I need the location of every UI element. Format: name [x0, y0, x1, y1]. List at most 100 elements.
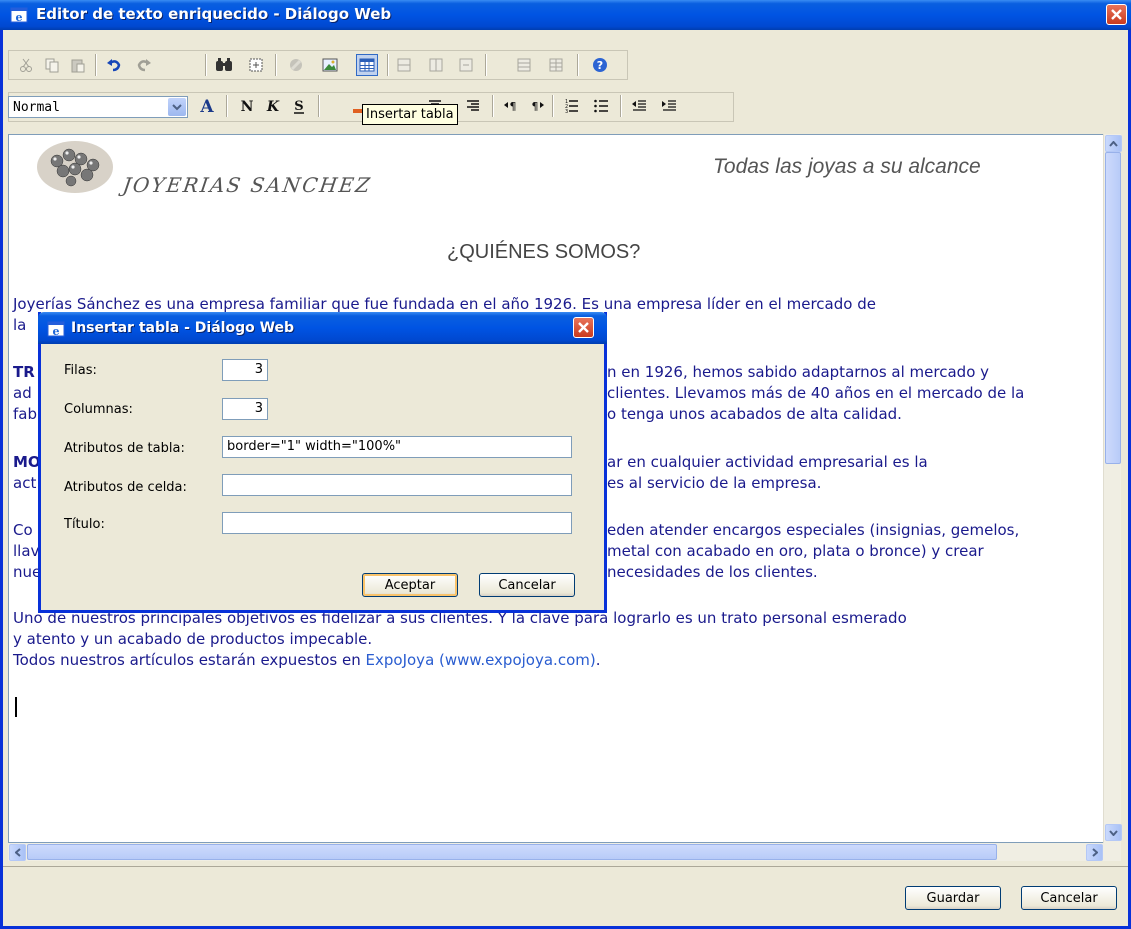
- paste-icon[interactable]: [67, 54, 89, 76]
- svg-text:?: ?: [597, 59, 603, 72]
- close-icon: [578, 322, 589, 333]
- indent-icon[interactable]: [658, 95, 680, 117]
- font-color-icon[interactable]: A: [196, 95, 218, 117]
- scroll-up-icon[interactable]: [1105, 135, 1122, 152]
- columns-label: Columnas:: [64, 402, 133, 417]
- insert-table-icon[interactable]: [356, 54, 378, 76]
- hyperlink-icon[interactable]: [285, 54, 307, 76]
- window-close-button[interactable]: [1106, 4, 1127, 25]
- outdent-icon[interactable]: [628, 95, 650, 117]
- table-attributes-label: Atributos de tabla:: [64, 441, 185, 456]
- paragraph-line: clientes. Llevamos más de 40 años en el …: [607, 384, 1025, 402]
- bullet-list-icon[interactable]: [590, 95, 612, 117]
- svg-text:3: 3: [565, 109, 568, 114]
- dialog-titlebar[interactable]: e Insertar tabla - Diálogo Web: [38, 312, 607, 344]
- rows-label: Filas:: [64, 363, 97, 378]
- paragraph-line: llav: [13, 542, 40, 560]
- paragraph-line-links: Todos nuestros artículos estarán expuest…: [13, 651, 601, 669]
- text-caret: [15, 697, 17, 717]
- svg-text:¶: ¶: [510, 100, 517, 113]
- svg-text:S: S: [294, 99, 303, 114]
- paragraph-line: Joyerías Sánchez es una empresa familiar…: [13, 295, 876, 313]
- underline-icon[interactable]: S: [288, 95, 310, 117]
- svg-text:K: K: [266, 99, 280, 114]
- insert-row-icon[interactable]: [393, 54, 415, 76]
- align-right-icon[interactable]: [462, 95, 484, 117]
- bold-icon[interactable]: N: [236, 95, 258, 117]
- paragraph-line: ad: [13, 384, 32, 402]
- ie-icon: e: [47, 321, 65, 338]
- expojoya-url-link[interactable]: (www.expojoya.com): [439, 651, 596, 669]
- numbered-list-icon[interactable]: 123: [560, 95, 582, 117]
- dialog-close-button[interactable]: [573, 317, 594, 338]
- svg-text:A: A: [199, 97, 214, 115]
- copy-icon[interactable]: [41, 54, 63, 76]
- footer-divider: [3, 866, 1128, 867]
- insert-column-icon[interactable]: [425, 54, 447, 76]
- paragraph-line: nue: [13, 563, 42, 581]
- paragraph-line: metal con acabado en oro, plata o bronce…: [607, 542, 984, 560]
- pearl-logo-icon: [37, 141, 113, 193]
- horizontal-scroll-thumb[interactable]: [27, 844, 997, 860]
- delete-row-icon[interactable]: [455, 54, 477, 76]
- paragraph-line: MO: [13, 453, 41, 471]
- svg-text:e: e: [16, 11, 23, 24]
- toolbar-row-1: ?: [8, 50, 628, 80]
- scroll-down-icon[interactable]: [1105, 824, 1122, 841]
- caption-input[interactable]: [222, 512, 572, 534]
- ie-icon: e: [10, 7, 28, 24]
- svg-text:¶: ¶: [532, 100, 539, 113]
- ltr-icon[interactable]: ¶: [500, 95, 522, 117]
- horizontal-scrollbar[interactable]: [8, 843, 1121, 861]
- columns-input[interactable]: 3: [222, 398, 268, 420]
- format-select-value: Normal: [13, 100, 60, 115]
- redo-icon[interactable]: [133, 54, 155, 76]
- help-icon[interactable]: ?: [589, 54, 611, 76]
- scroll-right-icon[interactable]: [1086, 844, 1103, 861]
- cut-icon[interactable]: [15, 54, 37, 76]
- insert-image-icon[interactable]: [319, 54, 341, 76]
- rows-input[interactable]: 3: [222, 359, 268, 381]
- italic-icon[interactable]: K: [262, 95, 284, 117]
- brand-logo: JOYERIAS SANCHEZ: [121, 173, 374, 197]
- paragraph-line: act: [13, 474, 37, 492]
- split-cells-icon[interactable]: [545, 54, 567, 76]
- dialog-cancel-button[interactable]: Cancelar: [479, 573, 575, 597]
- paragraph-text: Todos nuestros artículos estarán expuest…: [13, 651, 361, 669]
- paragraph-line: eden atender encargos especiales (insign…: [607, 521, 1020, 539]
- accept-button[interactable]: Aceptar: [362, 573, 458, 597]
- paragraph-line: Co: [13, 521, 33, 539]
- paragraph-text: .: [595, 651, 601, 669]
- dialog-title: Insertar tabla - Diálogo Web: [71, 320, 295, 336]
- page-heading: ¿QUIÉNES SOMOS?: [447, 241, 641, 263]
- vertical-scroll-thumb[interactable]: [1105, 152, 1121, 464]
- paragraph-line: n en 1926, hemos sabido adaptarnos al me…: [607, 363, 990, 381]
- scroll-left-icon[interactable]: [9, 844, 26, 861]
- chevron-down-icon[interactable]: [168, 98, 186, 116]
- cell-attributes-input[interactable]: [222, 474, 572, 496]
- paragraph-line: ar en cualquier actividad empresarial es…: [607, 453, 928, 471]
- window-titlebar[interactable]: e Editor de texto enriquecido - Diálogo …: [0, 0, 1131, 30]
- undo-icon[interactable]: [103, 54, 125, 76]
- slogan: Todas las joyas a su alcance: [713, 155, 981, 178]
- merge-cells-icon[interactable]: [513, 54, 535, 76]
- expojoya-link[interactable]: ExpoJoya: [366, 651, 435, 669]
- caption-label: Título:: [64, 517, 105, 532]
- insert-table-dialog: [38, 312, 607, 613]
- window-title: Editor de texto enriquecido - Diálogo We…: [36, 5, 392, 23]
- find-icon[interactable]: [213, 54, 235, 76]
- close-icon: [1111, 9, 1122, 20]
- select-all-icon[interactable]: [245, 54, 267, 76]
- paragraph-line: fab: [13, 405, 37, 423]
- cell-attributes-label: Atributos de celda:: [64, 480, 187, 495]
- cancel-button[interactable]: Cancelar: [1021, 886, 1117, 910]
- save-button[interactable]: Guardar: [905, 886, 1001, 910]
- paragraph-line: necesidades de los clientes.: [607, 563, 818, 581]
- paragraph-line: la: [13, 316, 27, 334]
- paragraph-line: o tenga unos acabados de alta calidad.: [607, 405, 902, 423]
- rtl-icon[interactable]: ¶: [526, 95, 548, 117]
- paragraph-line: TR: [13, 363, 35, 381]
- vertical-scrollbar[interactable]: [1103, 134, 1122, 843]
- table-attributes-input[interactable]: border="1" width="100%": [222, 436, 572, 458]
- format-select[interactable]: Normal: [8, 96, 188, 118]
